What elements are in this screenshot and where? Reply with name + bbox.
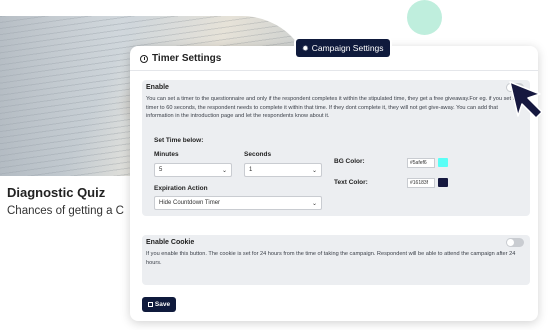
header-divider [130, 70, 538, 71]
bg-color-label: BG Color: [334, 158, 365, 165]
bg-color-swatch[interactable] [438, 158, 448, 167]
seconds-select[interactable]: 1 ⌄ [244, 163, 322, 177]
gear-icon: ✹ [302, 43, 309, 53]
cookie-description: If you enable this button. The cookie is… [146, 251, 516, 266]
campaign-settings-label: Campaign Settings [311, 43, 384, 53]
seconds-value: 1 [249, 167, 253, 173]
expiration-select[interactable]: Hide Countdown Timer ⌄ [154, 196, 322, 210]
timer-card: Enable You can set a timer to the questi… [142, 80, 530, 216]
text-color-value: #16183f [410, 180, 429, 186]
floppy-disk-icon [147, 302, 153, 307]
cookie-enable-title: Enable Cookie [146, 239, 195, 246]
decorative-circle [407, 0, 442, 35]
bg-color-value: #5afef6 [410, 160, 427, 166]
campaign-settings-button[interactable]: ✹ Campaign Settings [296, 39, 390, 57]
chevron-down-icon: ⌄ [221, 168, 227, 174]
panel-header: Timer Settings [140, 53, 221, 64]
minutes-select[interactable]: 5 ⌄ [154, 163, 232, 177]
save-label: Save [154, 301, 171, 308]
quiz-subtitle: Chances of getting a C [7, 205, 124, 217]
timer-enable-title: Enable [146, 84, 169, 91]
chevron-down-icon: ⌄ [311, 201, 317, 207]
seconds-label: Seconds [244, 151, 272, 158]
set-time-label: Set Time below: [154, 137, 204, 144]
expiration-label: Expiration Action [154, 185, 208, 192]
chevron-down-icon: ⌄ [311, 168, 317, 174]
timer-description: You can set a timer to the questionnaire… [146, 96, 521, 119]
expiration-value: Hide Countdown Timer [159, 200, 221, 206]
bg-color-input[interactable]: #5afef6 [407, 158, 435, 168]
clock-icon [140, 54, 148, 63]
cookie-card: Enable Cookie If you enable this button.… [142, 235, 530, 285]
mouse-pointer-icon [509, 81, 543, 119]
text-color-label: Text Color: [334, 179, 368, 186]
quiz-title: Diagnostic Quiz [7, 185, 106, 200]
minutes-label: Minutes [154, 151, 179, 158]
minutes-value: 5 [159, 167, 163, 173]
text-color-swatch[interactable] [438, 178, 448, 187]
text-color-input[interactable]: #16183f [407, 178, 435, 188]
cookie-enable-toggle[interactable] [506, 238, 524, 247]
save-button[interactable]: Save [142, 297, 176, 312]
image-shade [0, 16, 120, 176]
panel-title: Timer Settings [152, 53, 222, 64]
